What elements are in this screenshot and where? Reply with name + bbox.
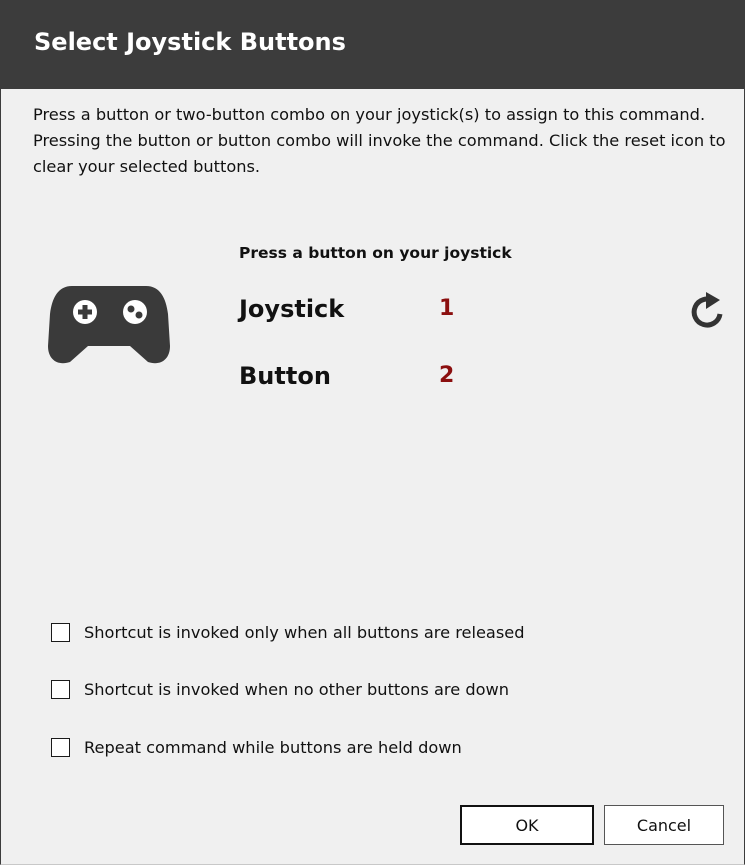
release-only-option[interactable]: Shortcut is invoked only when all button… xyxy=(51,621,525,643)
joystick-label: Joystick xyxy=(239,295,345,323)
repeat-command-label: Repeat command while buttons are held do… xyxy=(84,737,462,757)
title-bar: Select Joystick Buttons xyxy=(1,0,744,89)
button-label: Button xyxy=(239,362,331,390)
instructions-text: Press a button or two-button combo on yo… xyxy=(33,105,726,176)
reset-icon[interactable] xyxy=(690,290,726,334)
no-other-buttons-option[interactable]: Shortcut is invoked when no other button… xyxy=(51,678,509,700)
button-value: 2 xyxy=(439,363,455,388)
no-other-buttons-label: Shortcut is invoked when no other button… xyxy=(84,679,510,699)
joystick-value: 1 xyxy=(439,296,455,321)
dialog-title: Select Joystick Buttons xyxy=(34,28,346,56)
select-joystick-buttons-dialog: Select Joystick Buttons Press a button o… xyxy=(0,0,745,865)
repeat-command-checkbox[interactable] xyxy=(51,737,70,757)
gamepad-icon xyxy=(48,286,170,364)
ok-button[interactable]: OK xyxy=(460,805,594,845)
repeat-command-option[interactable]: Repeat command while buttons are held do… xyxy=(51,736,462,758)
no-other-buttons-checkbox[interactable] xyxy=(51,679,70,699)
release-only-label: Shortcut is invoked only when all button… xyxy=(84,622,525,642)
cancel-button[interactable]: Cancel xyxy=(604,805,724,845)
release-only-checkbox[interactable] xyxy=(51,622,70,642)
press-button-prompt: Press a button on your joystick xyxy=(239,244,512,262)
